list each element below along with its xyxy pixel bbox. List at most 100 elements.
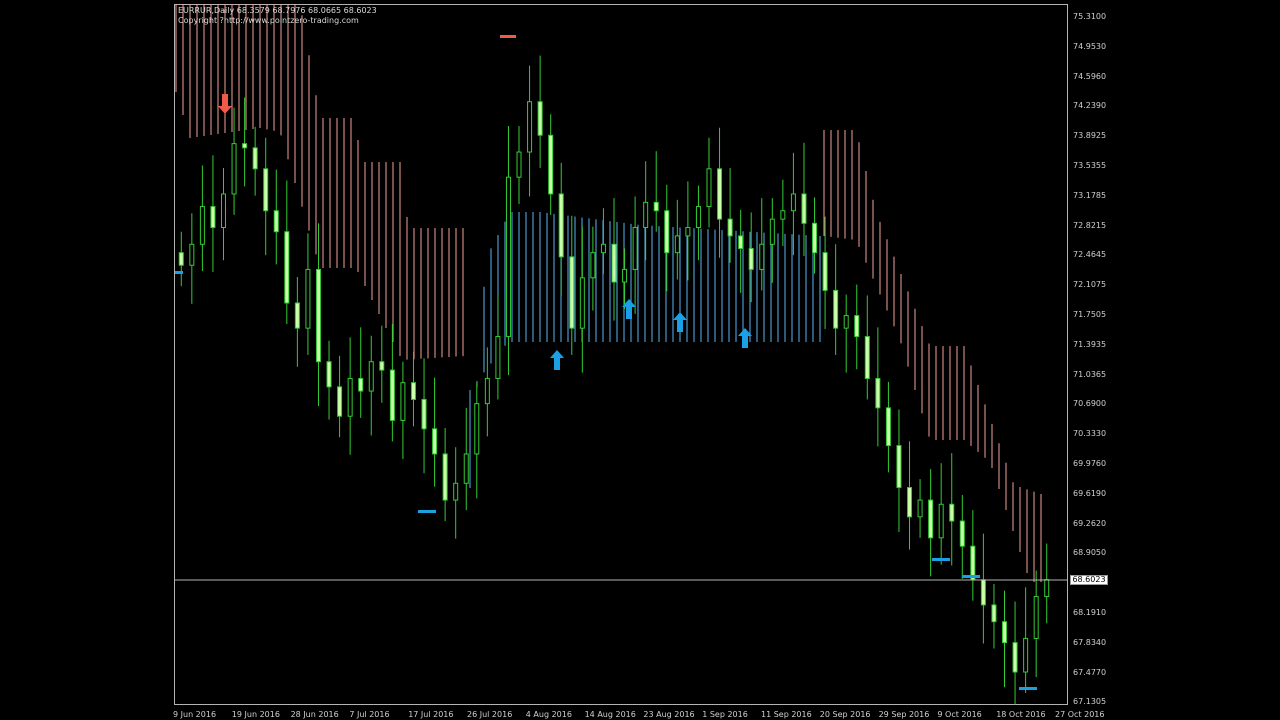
price-axis-label: 74.5960 <box>1073 71 1107 81</box>
price-axis-label: 67.8340 <box>1073 637 1107 647</box>
price-axis-label: 70.6900 <box>1073 399 1107 409</box>
candle-body <box>242 143 248 149</box>
candle <box>505 126 511 376</box>
candle <box>527 65 533 197</box>
candle <box>305 233 311 355</box>
time-axis-label: 11 Sep 2016 <box>761 710 812 719</box>
candle <box>896 409 902 532</box>
price-axis-label: 71.7505 <box>1073 310 1107 319</box>
price-axis-label: 72.4645 <box>1073 250 1107 260</box>
candle-body <box>949 503 955 522</box>
candle-body <box>917 499 923 518</box>
candle <box>780 179 786 246</box>
candle-body <box>822 252 828 291</box>
candle <box>389 323 395 442</box>
candle-body <box>315 268 321 363</box>
price-axis-label: 73.1785 <box>1073 190 1107 200</box>
candle-body <box>263 168 269 212</box>
candle <box>801 142 807 257</box>
price-axis-label: 74.2390 <box>1073 101 1107 111</box>
candle-body <box>632 227 638 270</box>
candle <box>949 453 955 566</box>
candle-body <box>347 377 353 417</box>
candle-body <box>843 315 849 329</box>
candle <box>379 325 385 403</box>
candle-body <box>885 407 891 447</box>
candle-body <box>980 579 986 606</box>
candle <box>189 213 195 304</box>
time-axis-label: 1 Sep 2016 <box>702 710 748 719</box>
candle-body <box>537 101 543 136</box>
candle <box>959 495 965 579</box>
candle-body <box>389 369 395 421</box>
candle-body <box>463 453 469 484</box>
candle <box>875 327 881 447</box>
candle-body <box>769 218 775 245</box>
candle <box>833 244 839 355</box>
time-axis-label: 14 Aug 2016 <box>584 710 636 719</box>
candle <box>664 184 670 292</box>
candle-body <box>252 147 258 170</box>
time-axis-label: 9 Oct 2016 <box>937 710 982 719</box>
candle-body <box>643 201 649 229</box>
candle-body <box>442 453 448 501</box>
candle <box>622 248 628 309</box>
candle-body <box>790 193 796 212</box>
candle <box>337 355 343 438</box>
candle-body <box>379 361 385 371</box>
candle-body <box>294 302 300 329</box>
candle <box>273 169 279 265</box>
time-axis-label: 27 Oct 2016 <box>1055 710 1105 719</box>
candle-body <box>780 210 786 220</box>
candle-body <box>717 168 723 220</box>
price-axis-label: 73.5355 <box>1073 161 1107 170</box>
candle-body <box>231 143 237 195</box>
price-axis-label: 70.3330 <box>1073 429 1107 439</box>
candle-body <box>695 206 701 229</box>
candle-body <box>991 604 997 623</box>
candle-body <box>400 382 406 421</box>
ichimoku-cloud-bullish <box>469 212 821 488</box>
candle <box>347 337 353 455</box>
candle <box>759 198 765 291</box>
resistance-dash <box>500 35 516 38</box>
candle-body <box>622 268 628 283</box>
price-axis-label: 68.1910 <box>1073 608 1107 617</box>
candle <box>991 583 997 649</box>
candle-body <box>284 231 290 304</box>
candle <box>263 137 269 256</box>
time-axis-label: 9 Jun 2016 <box>173 710 217 719</box>
price-axis-label: 67.1305 <box>1073 697 1107 707</box>
candle <box>653 151 659 232</box>
price-axis-label: 74.9530 <box>1073 41 1107 51</box>
candle <box>854 284 860 370</box>
time-axis-label: 18 Oct 2016 <box>996 710 1046 719</box>
time-axis-label: 26 Jul 2016 <box>467 710 513 719</box>
candle-body <box>812 222 818 254</box>
candle <box>590 226 596 311</box>
candle-body <box>410 382 416 400</box>
candle-body <box>516 151 522 178</box>
candle <box>421 358 427 474</box>
candle <box>315 223 321 407</box>
candle-body <box>358 377 364 392</box>
candle <box>843 294 849 373</box>
price-axis-label: 69.2620 <box>1073 518 1107 528</box>
time-axis-label: 29 Sep 2016 <box>878 710 930 719</box>
candle <box>738 209 744 293</box>
time-axis-label: 17 Jul 2016 <box>408 710 454 719</box>
candle-body <box>210 206 216 229</box>
candle <box>453 447 459 539</box>
candle <box>643 161 649 261</box>
candle <box>706 137 712 228</box>
candle-body <box>474 403 480 455</box>
candle-body <box>337 386 343 417</box>
candle-body <box>959 520 965 547</box>
candle <box>1044 543 1050 624</box>
candle <box>600 208 606 274</box>
candle <box>1033 570 1039 678</box>
sell-arrow-icon <box>218 94 232 114</box>
candle-body <box>854 315 860 338</box>
candle <box>579 226 585 373</box>
candle <box>548 114 554 215</box>
